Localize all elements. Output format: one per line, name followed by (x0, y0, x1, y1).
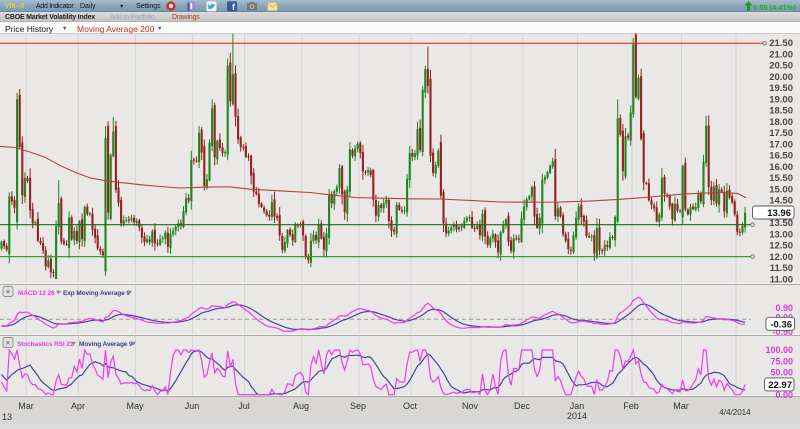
svg-text:Aug: Aug (293, 401, 309, 411)
svg-text:May: May (126, 401, 144, 411)
svg-text:19.00: 19.00 (769, 94, 793, 105)
svg-text:Exp Moving Average 9: Exp Moving Average 9 (63, 290, 130, 297)
svg-text:22.97: 22.97 (768, 380, 792, 391)
svg-text:20.50: 20.50 (769, 61, 793, 72)
svg-text:14.50: 14.50 (769, 196, 793, 207)
svg-text:Stochastics RSI 21: Stochastics RSI 21 (17, 341, 74, 348)
svg-text:×: × (6, 288, 11, 297)
svg-text:19.50: 19.50 (769, 83, 793, 94)
svg-text:0.90: 0.90 (775, 303, 793, 313)
svg-text:75.00: 75.00 (770, 356, 793, 366)
svg-text:2014: 2014 (567, 411, 587, 421)
svg-text:100.00: 100.00 (765, 345, 793, 355)
svg-text:Mar: Mar (673, 401, 689, 411)
svg-text:Mar: Mar (18, 401, 34, 411)
svg-text:Feb: Feb (623, 401, 639, 411)
svg-text:21.00: 21.00 (769, 49, 793, 60)
svg-text:MACD 12 26: MACD 12 26 (18, 290, 55, 297)
svg-text:Dec: Dec (514, 401, 531, 411)
svg-text:Nov: Nov (462, 401, 479, 411)
svg-text:Apr: Apr (71, 401, 85, 411)
svg-text:20.00: 20.00 (769, 72, 793, 83)
svg-text:21.50: 21.50 (769, 38, 793, 49)
svg-text:Jun: Jun (185, 401, 200, 411)
svg-text:18.00: 18.00 (769, 117, 793, 128)
svg-text:-0.36: -0.36 (770, 319, 792, 330)
svg-text:15.00: 15.00 (769, 184, 793, 195)
svg-text:50.00: 50.00 (770, 368, 793, 378)
svg-text:13.50: 13.50 (769, 218, 793, 229)
svg-text:17.50: 17.50 (769, 128, 793, 139)
svg-text:Jul: Jul (238, 401, 250, 411)
svg-text:Oct: Oct (403, 401, 418, 411)
svg-text:×: × (6, 339, 11, 348)
svg-text:16.50: 16.50 (769, 151, 793, 162)
svg-text:Jan: Jan (570, 401, 585, 411)
svg-text:13: 13 (2, 412, 12, 422)
svg-text:17.00: 17.00 (769, 139, 793, 150)
svg-text:Sep: Sep (350, 401, 366, 411)
svg-text:12.00: 12.00 (769, 252, 793, 263)
svg-text:4/4/2014: 4/4/2014 (719, 408, 751, 417)
svg-text:18.50: 18.50 (769, 106, 793, 117)
svg-text:13.00: 13.00 (769, 229, 793, 240)
svg-text:15.50: 15.50 (769, 173, 793, 184)
svg-text:16.00: 16.00 (769, 162, 793, 173)
svg-text:Moving Average 9: Moving Average 9 (79, 341, 133, 348)
svg-text:11.50: 11.50 (770, 263, 793, 274)
svg-text:12.50: 12.50 (769, 241, 793, 252)
svg-text:13.96: 13.96 (767, 208, 791, 219)
